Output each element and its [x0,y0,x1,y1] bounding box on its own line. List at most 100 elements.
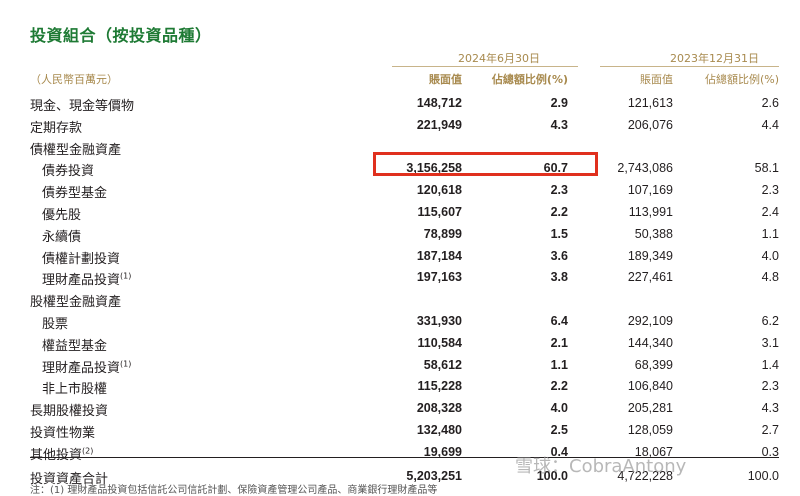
row-label: 長期股權投資 [30,400,108,419]
cell-prev-val: 106,840 [627,379,673,394]
cell-cur-val: 132,480 [416,423,462,437]
row-label-text: 定期存款 [30,120,83,136]
row-label: 債權計劃投資 [42,248,120,267]
cell-cur-pct: 4.3 [550,117,568,132]
table-row: 非上市股權 115,228 2.2 106,840 2.3 [0,375,800,397]
cell-prev-val: 189,349 [627,248,673,263]
cell-cur-pct: 2.3 [550,183,568,198]
cell-prev-val: 121,613 [627,96,673,110]
cell-cur-pct: 1.5 [550,226,568,241]
watermark: 雪球：CobraAntony [515,456,687,477]
cell-prev-pct: 2.4 [761,205,779,219]
row-label-text: 債權計劃投資 [42,251,121,267]
cell-prev-val: 2,743,086 [617,161,673,176]
cell-cur-val: 120,618 [416,183,462,198]
cell-prev-val: 227,461 [627,270,673,285]
row-label-text: 投資性物業 [30,426,96,441]
cell-prev-val: 68,399 [634,357,673,372]
col-carrying-prior: 賬面值 [640,73,673,86]
cell-prev-val: 50,388 [634,226,673,241]
row-label: 債券型基金 [42,182,107,201]
table-row: 股權型金融資產 [0,288,800,310]
cell-cur-pct: 2.2 [550,379,568,394]
cell-prev-val: 128,059 [627,423,673,437]
row-label: 永續債 [42,226,81,245]
table-row: 理財產品投資(1) 58,612 1.1 68,399 1.4 [0,354,800,376]
cell-prev-pct: 4.4 [761,117,779,132]
row-label-text: 現金、現金等價物 [30,99,135,114]
cell-cur-val: 197,163 [416,270,462,285]
col-pct-prior: 佔總額比例(%) [704,73,779,86]
row-label-text: 永續債 [42,229,82,245]
row-label-text: 債券型基金 [42,186,108,202]
cell-prev-val: 206,076 [627,117,673,132]
row-label-text: 股權型金融資產 [30,295,122,311]
row-label-text: 理財產品投資 [42,360,121,376]
row-label-text: 股票 [42,317,69,332]
period-current-header: 2024年6月30日 [458,52,540,65]
unit-label: （人民幣百萬元） [30,73,118,86]
cell-cur-pct: 3.8 [550,270,568,285]
row-label-text: 債券投資 [42,164,95,180]
period-prior-header: 2023年12月31日 [670,52,759,65]
cell-prev-pct: 1.4 [761,357,779,372]
footnote-marker: (1) [120,272,132,282]
table-row: 永續債 78,899 1.5 50,388 1.1 [0,223,800,245]
cell-cur-val: 78,899 [423,226,462,241]
cell-prev-pct: 1.1 [761,226,779,241]
period-current-rule [392,66,578,67]
cell-cur-pct: 6.4 [550,314,568,328]
cell-cur-pct: 2.1 [550,335,568,350]
table-row: 權益型基金 110,584 2.1 144,340 3.1 [0,332,800,354]
cell-cur-val: 221,949 [416,117,462,132]
cell-prev-val: 113,991 [628,205,673,219]
page-title: 投資組合（按投資品種） [30,26,212,45]
cell-prev-pct: 2.3 [761,379,779,394]
cell-prev-pct: 58.1 [754,161,779,176]
cell-prev-val: 107,169 [627,183,673,198]
cell-prev-pct: 4.8 [761,270,779,285]
cell-prev-pct: 4.3 [761,401,779,416]
table-row: 理財產品投資(1) 197,163 3.8 227,461 4.8 [0,266,800,288]
row-label-text: 非上市股權 [42,382,108,398]
cell-cur-val: 187,184 [416,248,462,263]
cell-prev-val: 292,109 [627,314,673,328]
row-label-text: 優先股 [42,208,82,223]
footnote: 注：(1) 理財產品投資包括信託公司信託計劃、保險資產管理公司產品、商業銀行理財… [30,485,438,496]
row-label: 債權型金融資產 [30,139,121,158]
table-row: 優先股 115,607 2.2 113,991 2.4 [0,201,800,223]
col-carrying-current: 賬面值 [429,73,462,86]
cell-cur-pct: 2.9 [550,96,568,110]
row-label-text: 長期股權投資 [30,404,109,420]
period-prior-rule [600,66,779,67]
cell-cur-pct: 1.1 [550,357,568,372]
row-label-text: 債權型金融資產 [30,142,122,158]
cell-cur-pct: 3.6 [550,248,568,263]
table-row: 債券型基金 120,618 2.3 107,169 2.3 [0,179,800,201]
row-label-text: 其他投資 [30,447,83,463]
cell-prev-pct: 6.2 [761,314,779,328]
row-label: 股票 [42,313,68,332]
cell-cur-val: 331,930 [416,314,462,328]
row-label: 權益型基金 [42,335,107,354]
cell-prev-pct: 3.1 [761,335,779,350]
cell-cur-pct: 4.0 [550,401,568,416]
cell-prev-pct: 100.0 [747,468,779,483]
table-row: 定期存款 221,949 4.3 206,076 4.4 [0,114,800,136]
row-label: 理財產品投資(1) [42,269,131,288]
cell-cur-val: 115,607 [417,205,463,219]
cell-prev-pct: 2.3 [761,183,779,198]
row-label: 現金、現金等價物 [30,95,134,114]
table-row: 投資性物業 132,480 2.5 128,059 2.7 [0,419,800,441]
cell-cur-val: 110,584 [417,335,463,350]
row-label-text: 權益型基金 [42,338,108,354]
row-label: 定期存款 [30,117,82,136]
cell-cur-pct: 2.2 [550,205,568,219]
row-label: 債券投資 [42,160,94,179]
cell-cur-val: 148,712 [416,96,462,110]
table-row: 債權計劃投資 187,184 3.6 189,349 4.0 [0,245,800,267]
cell-cur-val: 208,328 [416,401,462,416]
cell-prev-pct: 2.6 [761,96,779,110]
cell-cur-pct: 2.5 [550,423,568,437]
footnote-marker: (2) [82,446,94,456]
